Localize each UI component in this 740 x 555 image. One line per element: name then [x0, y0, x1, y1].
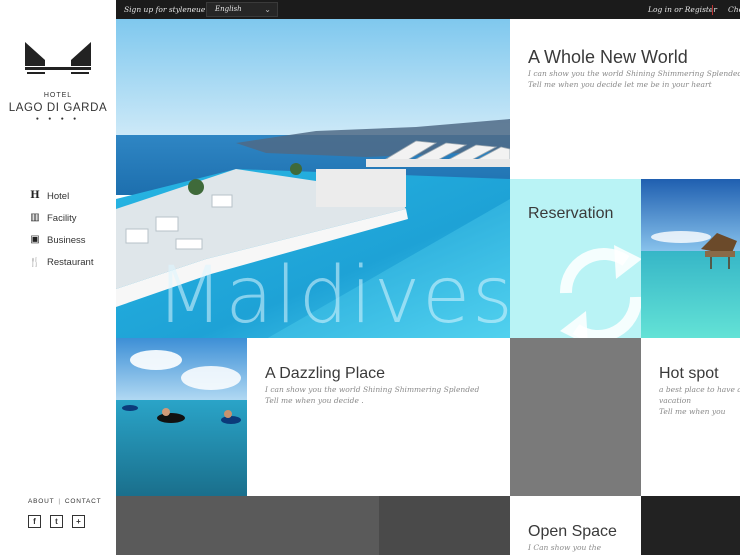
briefcase-icon: ▣	[30, 234, 40, 245]
sidebar-item-label: Business	[47, 234, 86, 246]
language-value: English	[215, 5, 242, 13]
hero-tile-maldives[interactable]: Maldives	[116, 19, 510, 338]
tile-text-line: I can show you the world Shining Shimmer…	[528, 69, 740, 78]
hotel-icon: H	[30, 190, 40, 201]
tile-text-line: vacation	[659, 396, 692, 405]
tile-text-line: Tell me when you	[659, 407, 726, 416]
twitter-icon[interactable]: t	[50, 515, 63, 528]
footer-links: ABOUT | CONTACT	[28, 498, 101, 505]
hero-title: Maldives	[156, 251, 510, 338]
sidebar-item-label: Facility	[47, 212, 77, 224]
tile-text-line: a best place to have a	[659, 385, 740, 394]
hotel-name: LAGO DI GARDA	[8, 102, 108, 114]
chevron-down-icon: ⌄	[264, 5, 271, 14]
tile-bottom-black[interactable]	[641, 496, 740, 555]
hotel-logo-icon[interactable]	[25, 42, 91, 80]
star-rating: ● ● ● ●	[35, 116, 81, 122]
topbar-extra-link[interactable]: Che	[728, 0, 740, 19]
top-bar: Sign up for styleneue English ⌄ Log in o…	[116, 0, 740, 19]
refresh-icon	[559, 245, 641, 338]
tile-bottom-darker[interactable]	[379, 496, 510, 555]
tile-dazzling-place[interactable]: A Dazzling Place I can show you the worl…	[247, 338, 510, 496]
tile-title: Hot spot	[659, 365, 719, 382]
social-links: f t +	[28, 515, 85, 528]
tile-bungalow-image[interactable]	[641, 179, 740, 338]
tile-text-line: I Can show you the	[528, 543, 602, 552]
tile-open-space[interactable]: Open Space I Can show you the	[510, 496, 641, 555]
sidebar-item-facility[interactable]: ▥ Facility	[30, 207, 93, 229]
tile-text-line: Tell me when you decide .	[265, 396, 364, 405]
sidebar-item-label: Hotel	[47, 190, 70, 202]
tile-bottom-dark[interactable]	[116, 496, 379, 555]
sidebar-item-restaurant[interactable]: 🍴 Restaurant	[29, 251, 94, 273]
tile-text-line: Tell me when you decide let me be in you…	[528, 80, 712, 89]
google-plus-icon[interactable]: +	[72, 515, 85, 528]
about-link[interactable]: ABOUT	[28, 498, 54, 505]
fork-knife-icon: 🍴	[29, 257, 41, 267]
signup-link[interactable]: Sign up for styleneue	[124, 0, 205, 19]
tile-whole-new-world[interactable]: A Whole New World I can show you the wor…	[510, 19, 740, 179]
building-icon: ▥	[30, 212, 40, 223]
tile-hot-spot[interactable]: Hot spot a best place to have a vacation…	[641, 338, 740, 496]
hotel-label: HOTEL	[43, 92, 73, 99]
tile-swimmers-image[interactable]	[116, 338, 247, 496]
tile-title: Reservation	[528, 205, 614, 222]
language-select[interactable]: English ⌄	[206, 2, 278, 17]
sidebar-item-label: Restaurant	[47, 256, 94, 268]
swimmers-image	[116, 338, 247, 496]
bungalow-image	[641, 179, 740, 338]
tile-title: A Whole New World	[528, 47, 688, 67]
tile-gray[interactable]	[510, 338, 641, 496]
sidebar-nav: H Hotel ▥ Facility ▣ Business 🍴 Restaura…	[29, 185, 94, 273]
facebook-icon[interactable]: f	[28, 515, 41, 528]
sidebar-item-business[interactable]: ▣ Business	[30, 229, 93, 251]
contact-link[interactable]: CONTACT	[65, 498, 102, 505]
footer-divider: |	[58, 498, 61, 505]
sidebar: HOTEL LAGO DI GARDA ● ● ● ● H Hotel ▥ Fa…	[0, 0, 116, 555]
tile-title: Open Space	[528, 523, 617, 540]
topbar-divider	[712, 5, 713, 15]
tile-title: A Dazzling Place	[265, 365, 386, 382]
login-register-link[interactable]: Log in or Register	[648, 0, 717, 19]
tile-text-line: I can show you the world Shining Shimmer…	[265, 385, 480, 394]
tile-reservation[interactable]: Reservation	[510, 179, 641, 338]
sidebar-item-hotel[interactable]: H Hotel	[30, 185, 93, 207]
